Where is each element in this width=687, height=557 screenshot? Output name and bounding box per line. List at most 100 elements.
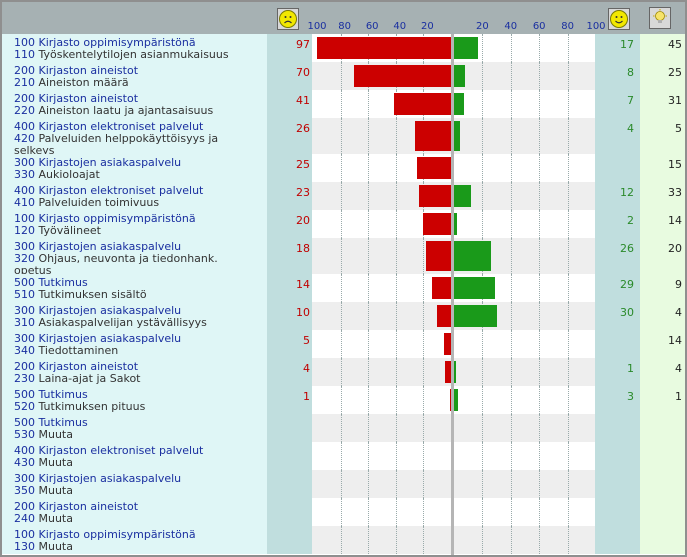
negative-axis-tick: 80 [338, 21, 351, 32]
gridline [482, 182, 484, 210]
gridline [539, 498, 541, 526]
category-cell: 100 Kirjasto oppimisympäristönä 130 Muuta [2, 526, 267, 554]
negative-count-cell [267, 470, 312, 498]
positive-count-cell: 4 [595, 118, 640, 154]
negative-count-cell: 5 [267, 330, 312, 358]
neutral-count: 20 [668, 242, 682, 255]
zero-axis-line [451, 34, 454, 555]
negative-count: 26 [296, 122, 310, 135]
gridline [567, 386, 569, 414]
gridline [482, 498, 484, 526]
positive-bar [454, 65, 466, 87]
gridline [482, 154, 484, 182]
gridline [539, 34, 541, 62]
subcategory-name: Muuta [38, 540, 74, 553]
gridline [423, 414, 425, 442]
gridline [482, 62, 484, 90]
gridline [567, 90, 569, 118]
feedback-chart-frame: 100 80 60 40 20 20 40 60 80 100 100 Kirjasto oppi… [0, 0, 687, 557]
positive-count: 26 [620, 242, 634, 255]
category-cell: 200 Kirjaston aineistot 210 Aineiston mää… [2, 62, 267, 90]
gridline [539, 90, 541, 118]
negative-count: 1 [303, 390, 310, 403]
gridline [482, 330, 484, 358]
subcategory-line: 530 Muuta [14, 429, 267, 441]
negative-bar [431, 277, 451, 299]
gridline [510, 154, 512, 182]
gridline [539, 526, 541, 554]
subcategory-code: 240 [14, 512, 35, 525]
gridline [423, 498, 425, 526]
gridline [423, 442, 425, 470]
gridline [539, 302, 541, 330]
category-cell: 400 Kirjaston elektroniset palvelut 410 P… [2, 182, 267, 210]
positive-count: 8 [627, 66, 634, 79]
gridline [539, 210, 541, 238]
subcategory-name: Aukioloajat [38, 168, 100, 181]
negative-count-cell: 41 [267, 90, 312, 118]
gridline [567, 470, 569, 498]
gridline [340, 470, 342, 498]
subcategory-line: 210 Aineiston määrä [14, 77, 267, 89]
negative-bar [416, 157, 451, 179]
negative-axis-tick: 100 [307, 21, 327, 32]
neutral-count-cell: 1 [640, 386, 685, 414]
neutral-count: 4 [675, 306, 682, 319]
gridline [567, 414, 569, 442]
negative-bar [419, 185, 451, 207]
subcategory-line: 340 Tiedottaminen [14, 345, 267, 357]
negative-bar [444, 333, 451, 355]
gridline [510, 526, 512, 554]
gridline [423, 470, 425, 498]
positive-count-cell: 17 [595, 34, 640, 62]
gridline [368, 414, 370, 442]
gridline [423, 274, 425, 302]
gridline [510, 210, 512, 238]
gridline [340, 414, 342, 442]
subcategory-line: 130 Muuta [14, 541, 267, 553]
category-cell: 300 Kirjastojen asiakaspalvelu 340 Tiedot… [2, 330, 267, 358]
neutral-count-cell: 15 [640, 154, 685, 182]
gridline [368, 442, 370, 470]
category-cell: 300 Kirjastojen asiakaspalvelu 320 Ohjaus… [2, 238, 267, 277]
negative-bar [354, 65, 451, 87]
gridline [340, 442, 342, 470]
neutral-count: 14 [668, 214, 682, 227]
negative-count: 5 [303, 334, 310, 347]
gridline [510, 274, 512, 302]
positive-count-cell: 1 [595, 358, 640, 386]
gridline [539, 118, 541, 154]
gridline [340, 62, 342, 90]
subcategory-name: Muuta [38, 484, 74, 497]
gridline [567, 118, 569, 154]
gridline [510, 34, 512, 62]
positive-axis-tick: 60 [532, 21, 546, 32]
gridline [510, 414, 512, 442]
positive-count: 2 [627, 214, 634, 227]
gridline [368, 498, 370, 526]
positive-count-cell [595, 470, 640, 498]
positive-count-cell [595, 154, 640, 182]
neutral-count-cell: 31 [640, 90, 685, 118]
gridline [368, 154, 370, 182]
gridline [340, 238, 342, 274]
negative-count-cell: 70 [267, 62, 312, 90]
negative-count: 25 [296, 158, 310, 171]
table-row: 100 Kirjasto oppimisympäristönä 120 Työvä… [2, 210, 685, 238]
positive-bar [454, 241, 491, 271]
table-row: 500 Tutkimus 510 Tutkimuksen sisältö 14 29 9 [2, 274, 685, 302]
subcategory-name: Aineiston laatu ja ajantasaisuus [38, 104, 214, 117]
table-row: 500 Tutkimus 520 Tutkimuksen pituus 1 3 1 [2, 386, 685, 414]
gridline [368, 90, 370, 118]
table-row: 300 Kirjastojen asiakaspalvelu 340 Tiedot… [2, 330, 685, 358]
gridline [368, 330, 370, 358]
negative-bar [317, 37, 451, 59]
subcategory-line: 310 Asiakaspalvelijan ystävällisyys [14, 317, 267, 329]
gridline [395, 330, 397, 358]
subcategory-code: 510 [14, 288, 35, 301]
negative-count-cell: 10 [267, 302, 312, 330]
subcategory-line: 510 Tutkimuksen sisältö [14, 289, 267, 301]
subcategory-name: Asiakaspalvelijan ystävällisyys [38, 316, 207, 329]
category-cell: 500 Tutkimus 520 Tutkimuksen pituus [2, 386, 267, 414]
gridline [567, 182, 569, 210]
